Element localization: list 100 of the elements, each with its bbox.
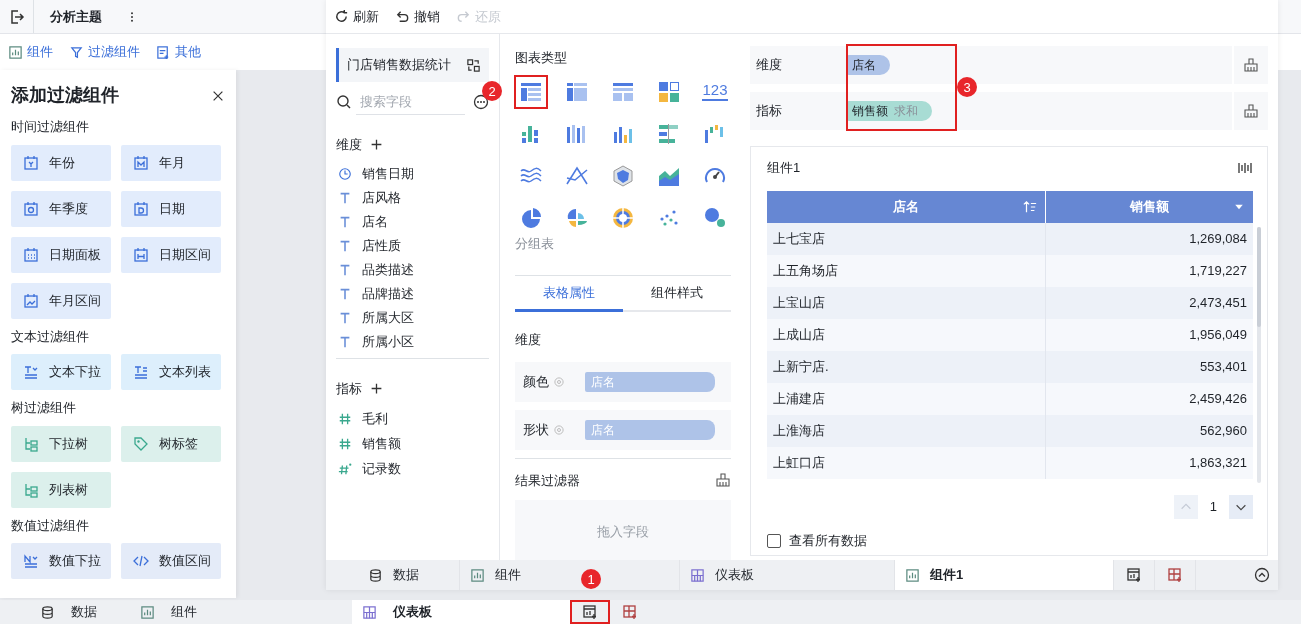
checkbox-label: 查看所有数据 bbox=[789, 532, 867, 550]
clear-button[interactable] bbox=[715, 472, 731, 489]
filter-widget-button[interactable]: 日期面板 bbox=[11, 236, 111, 273]
toolbar-button[interactable]: 过滤组件 bbox=[69, 42, 140, 62]
add-button[interactable] bbox=[370, 137, 383, 151]
filter-widget-button[interactable]: 日期 bbox=[121, 190, 221, 227]
chart-type-button[interactable]: 123 bbox=[699, 75, 731, 108]
switch-dataset-button[interactable] bbox=[466, 57, 481, 73]
field-item[interactable]: 店名 bbox=[336, 210, 489, 234]
count-type-icon bbox=[338, 462, 352, 476]
sort-icon bbox=[1023, 200, 1037, 214]
number-type-icon bbox=[338, 437, 352, 451]
field-item[interactable]: 店性质 bbox=[336, 234, 489, 258]
page-number: 1 bbox=[1208, 498, 1218, 517]
clock-icon bbox=[338, 167, 352, 181]
filter-widget-button[interactable]: 年份 bbox=[11, 144, 111, 181]
text-icon bbox=[133, 364, 149, 380]
group-label: 时间过滤组件 bbox=[11, 118, 90, 136]
toolbar-button[interactable]: 撤销 bbox=[395, 6, 440, 27]
plus-icon bbox=[370, 382, 383, 396]
more-button[interactable] bbox=[473, 94, 489, 111]
filter-widget-button[interactable]: 数值区间 bbox=[121, 543, 221, 579]
grid-icon bbox=[362, 604, 377, 620]
field-item[interactable]: 销售额 bbox=[336, 431, 489, 457]
calendar-icon bbox=[23, 200, 39, 217]
field-chip[interactable]: 销售额 求和 bbox=[846, 101, 932, 121]
field-item[interactable]: 毛利 bbox=[336, 406, 489, 432]
add-chart-button[interactable] bbox=[570, 600, 610, 624]
add-button[interactable] bbox=[370, 382, 383, 396]
filter-widget-button[interactable]: 日期区间 bbox=[121, 236, 221, 273]
field-item[interactable]: 所属大区 bbox=[336, 306, 489, 330]
field-chip[interactable]: 店名 bbox=[846, 55, 890, 75]
filter-widget-button[interactable]: 树标签 bbox=[121, 425, 221, 462]
filter-icon bbox=[69, 44, 84, 60]
database-icon bbox=[40, 604, 55, 620]
clear-button[interactable] bbox=[1243, 103, 1259, 119]
tab[interactable]: 组件样式 bbox=[623, 276, 731, 312]
filter-widget-button[interactable]: 下拉树 bbox=[11, 425, 111, 462]
filter-widget-button[interactable]: 文本下拉 bbox=[11, 354, 111, 390]
toolbar-button[interactable]: 刷新 bbox=[334, 6, 379, 27]
field-item[interactable]: 记录数 bbox=[336, 456, 489, 482]
sunburst-chart-icon bbox=[611, 205, 635, 230]
text-type-icon bbox=[338, 311, 352, 325]
clear-button[interactable] bbox=[1243, 57, 1259, 73]
table-cell-text: 1,269,084 bbox=[1188, 230, 1248, 249]
checkbox[interactable] bbox=[767, 533, 781, 548]
number-type-icon bbox=[338, 412, 352, 426]
dataset-name: 门店销售数据统计 bbox=[347, 56, 451, 75]
filter-widget-button[interactable]: 列表树 bbox=[11, 471, 111, 508]
filter-widget-button[interactable]: 文本列表 bbox=[121, 354, 221, 390]
property-label: 颜色 bbox=[523, 372, 549, 391]
chart-icon bbox=[470, 567, 485, 583]
barcode-icon bbox=[1237, 160, 1253, 176]
filter-widget-button[interactable]: 年季度 bbox=[11, 190, 111, 227]
refresh-icon bbox=[334, 9, 349, 24]
collapse-button[interactable] bbox=[1254, 567, 1270, 583]
group-label: 树过滤组件 bbox=[11, 399, 77, 417]
bottom-tab[interactable]: 仪表板 bbox=[352, 600, 570, 624]
bottom-tab[interactable]: 数据 bbox=[326, 560, 460, 590]
bubble-chart-icon bbox=[703, 205, 727, 230]
database-icon bbox=[368, 567, 383, 583]
section-label: 维度 bbox=[336, 135, 362, 154]
toolbar-button[interactable]: 其他 bbox=[156, 42, 201, 62]
collapse-icon bbox=[1254, 567, 1270, 583]
bottom-tab[interactable]: 组件 bbox=[135, 600, 350, 624]
field-item[interactable]: 所属小区 bbox=[336, 330, 489, 354]
calendar-icon bbox=[23, 246, 39, 263]
section-label: 维度 bbox=[515, 331, 542, 349]
field-item[interactable]: 品牌描述 bbox=[336, 282, 489, 306]
toolbar-button[interactable]: 组件 bbox=[8, 42, 53, 62]
page-down-button[interactable] bbox=[1229, 495, 1253, 519]
settings-icon bbox=[553, 423, 565, 436]
plus-icon bbox=[370, 137, 383, 151]
number-icon bbox=[23, 553, 39, 569]
filter-widget-button[interactable]: 年月 bbox=[121, 144, 221, 181]
bar-chart-icon bbox=[657, 121, 681, 146]
text-type-icon bbox=[338, 215, 352, 229]
bottom-tab[interactable]: 组件1 bbox=[895, 560, 1114, 590]
filter-widget-button[interactable]: 年月区间 bbox=[11, 282, 111, 319]
field-item[interactable]: 品类描述 bbox=[336, 258, 489, 282]
table-cell-text: 1,956,049 bbox=[1188, 326, 1248, 345]
search-field[interactable]: 搜索字段 bbox=[356, 90, 465, 115]
chart-type-hint: 分组表 bbox=[515, 234, 554, 253]
grid-icon bbox=[690, 567, 705, 583]
column-header[interactable]: 销售额 bbox=[1046, 191, 1253, 223]
tree-icon bbox=[23, 435, 39, 452]
widget-menu-button[interactable] bbox=[1237, 160, 1253, 176]
tab[interactable]: 表格属性 bbox=[515, 276, 623, 312]
bottom-tab[interactable]: 数据 bbox=[0, 600, 135, 624]
aggregation-label: 求和 bbox=[894, 103, 918, 120]
field-item[interactable]: 销售日期 bbox=[336, 162, 489, 186]
filter-widget-button[interactable]: 数值下拉 bbox=[11, 543, 111, 579]
scrollbar[interactable] bbox=[1257, 227, 1261, 483]
group-label: 文本过滤组件 bbox=[11, 327, 90, 346]
field-item[interactable]: 店风格 bbox=[336, 186, 489, 210]
undo-icon bbox=[395, 9, 410, 24]
table-cell-text: 1,863,321 bbox=[1188, 454, 1248, 473]
radar-chart-icon bbox=[611, 163, 635, 188]
chart-type-button[interactable] bbox=[515, 75, 547, 108]
add-chart-icon bbox=[582, 604, 598, 620]
